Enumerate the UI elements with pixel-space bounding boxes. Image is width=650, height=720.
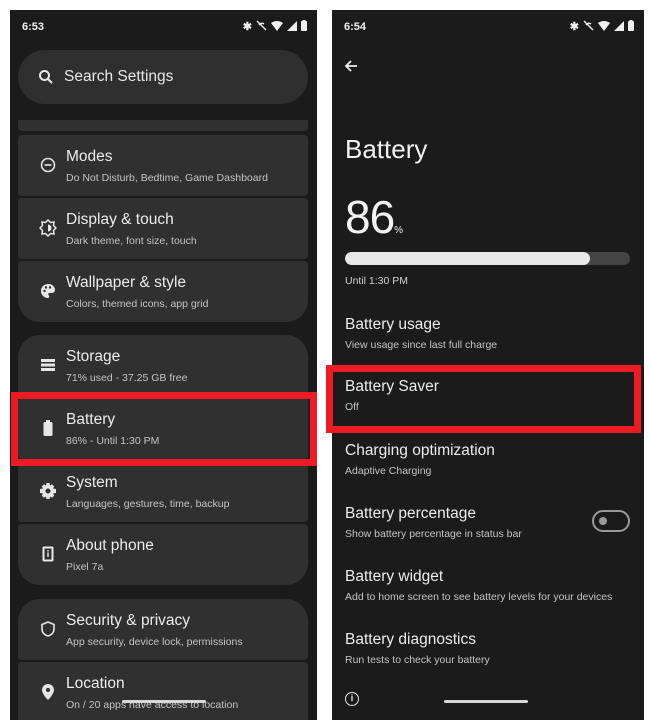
item-subtitle: App security, device lock, permissions <box>66 636 243 648</box>
battery-status-icon <box>628 20 634 34</box>
settings-item-wallpaper[interactable]: Wallpaper & style Colors, themed icons, … <box>18 261 308 322</box>
settings-item-system[interactable]: System Languages, gestures, time, backup <box>18 461 308 522</box>
gear-icon <box>38 481 58 501</box>
status-icons: ✱ <box>570 20 634 34</box>
mute-icon <box>256 20 267 34</box>
item-title: Charging optimization <box>345 442 495 459</box>
item-subtitle: Pixel 7a <box>66 561 104 573</box>
status-bar: 6:54 ✱ <box>332 10 644 44</box>
battery-saver-highlight <box>326 365 641 433</box>
storage-icon <box>38 355 58 375</box>
settings-item-about-phone[interactable]: About phone Pixel 7a <box>18 524 308 585</box>
status-icons: ✱ <box>243 20 307 34</box>
battery-percent-value: 86 <box>345 191 395 243</box>
previous-item-edge <box>18 120 308 131</box>
settings-item-modes[interactable]: Modes Do Not Disturb, Bedtime, Game Dash… <box>18 135 308 196</box>
battery-percentage-toggle[interactable] <box>592 510 630 532</box>
battery-diagnostics-item[interactable]: Battery diagnostics Run tests to check y… <box>345 631 635 666</box>
item-subtitle: 71% used - 37.25 GB free <box>66 372 188 384</box>
battery-level-bar <box>345 252 630 265</box>
bluetooth-icon: ✱ <box>242 21 252 33</box>
battery-item-highlight <box>11 392 317 466</box>
status-time: 6:54 <box>344 21 367 33</box>
mute-icon <box>583 20 594 34</box>
item-title: Wallpaper & style <box>66 274 187 291</box>
toggle-knob <box>599 517 607 525</box>
item-subtitle: Languages, gestures, time, backup <box>66 498 230 510</box>
signal-icon <box>287 20 297 34</box>
battery-usage-item[interactable]: Battery usage View usage since last full… <box>345 316 635 351</box>
item-title: Storage <box>66 348 121 365</box>
item-subtitle: Colors, themed icons, app grid <box>66 298 209 310</box>
info-icon[interactable]: i <box>345 692 359 706</box>
gesture-nav-bar[interactable] <box>444 700 528 703</box>
search-bar[interactable]: Search Settings <box>18 50 308 104</box>
battery-widget-item[interactable]: Battery widget Add to home screen to see… <box>345 568 635 603</box>
item-title: About phone <box>66 537 154 554</box>
item-title: System <box>66 474 118 491</box>
minus-circle-icon <box>38 155 58 175</box>
settings-item-location[interactable]: Location On / 20 apps have access to loc… <box>18 662 308 720</box>
palette-icon <box>38 281 58 301</box>
status-bar: 6:53 ✱ <box>10 10 317 44</box>
item-subtitle: Add to home screen to see battery levels… <box>345 591 613 603</box>
battery-percent-unit: % <box>394 225 404 236</box>
settings-item-display[interactable]: Display & touch Dark theme, font size, t… <box>18 198 308 259</box>
back-arrow-icon[interactable] <box>344 56 358 79</box>
status-time: 6:53 <box>22 21 45 33</box>
battery-level-fill <box>345 252 591 265</box>
search-placeholder: Search Settings <box>64 68 174 85</box>
settings-item-security[interactable]: Security & privacy App security, device … <box>18 599 308 660</box>
shield-icon <box>38 619 58 639</box>
battery-status-icon <box>301 20 307 34</box>
wifi-icon <box>271 20 283 34</box>
bluetooth-icon: ✱ <box>569 21 579 33</box>
item-title: Display & touch <box>66 211 174 228</box>
item-subtitle: Adaptive Charging <box>345 465 432 477</box>
item-title: Battery diagnostics <box>345 631 476 648</box>
item-title: Security & privacy <box>66 612 191 629</box>
item-subtitle: View usage since last full charge <box>345 339 498 351</box>
item-title: Modes <box>66 148 113 165</box>
item-subtitle: Run tests to check your battery <box>345 654 490 666</box>
item-subtitle: Dark theme, font size, touch <box>66 235 197 247</box>
phone-info-icon <box>38 544 58 564</box>
item-title: Location <box>66 675 125 692</box>
charging-optimization-item[interactable]: Charging optimization Adaptive Charging <box>345 442 635 477</box>
item-title: Battery usage <box>345 316 441 333</box>
item-subtitle: Show battery percentage in status bar <box>345 528 522 540</box>
wifi-icon <box>598 20 610 34</box>
signal-icon <box>614 20 624 34</box>
search-icon <box>39 70 53 84</box>
brightness-icon <box>38 218 58 238</box>
battery-percent: 86% <box>345 190 403 244</box>
location-pin-icon <box>38 682 58 702</box>
settings-item-storage[interactable]: Storage 71% used - 37.25 GB free <box>18 335 308 396</box>
gesture-nav-bar[interactable] <box>122 700 206 703</box>
battery-until-text: Until 1:30 PM <box>345 275 409 287</box>
page-title: Battery <box>345 134 428 164</box>
item-subtitle: Do Not Disturb, Bedtime, Game Dashboard <box>66 172 268 184</box>
item-title: Battery widget <box>345 568 444 585</box>
settings-screen: 6:53 ✱ Search Settings Modes Do Not Dist… <box>10 10 317 720</box>
